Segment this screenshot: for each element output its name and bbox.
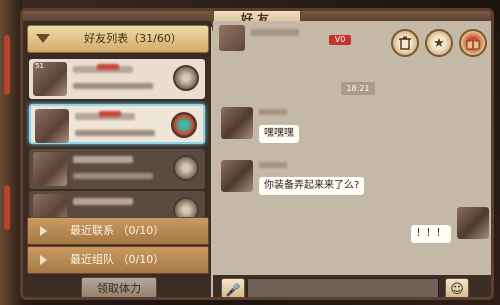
send-stamina-icon[interactable] xyxy=(173,155,199,181)
star-icon[interactable]: ★ xyxy=(425,29,453,57)
chat-panel: V0 ★ 18:21 嘿嘿嘿 你装备弄起来来了么? ！！！ 🎤 ☺ xyxy=(213,21,491,297)
avatar xyxy=(221,160,253,192)
chat-partner-avatar xyxy=(219,25,245,51)
vip-badge: V0 xyxy=(329,35,351,45)
friend-list-panel: 好友列表（31/60） 51 最近联系 （0/10） 最近组队 （0/10） 领… xyxy=(23,21,211,297)
section-recent-teams[interactable]: 最近组队 （0/10） xyxy=(27,246,209,274)
friend-list-header[interactable]: 好友列表（31/60） xyxy=(27,25,209,53)
section-label: 最近联系 （0/10） xyxy=(70,224,165,237)
claim-stamina-button[interactable]: 领取体力 xyxy=(81,277,157,297)
friends-window: 好友 好友列表（31/60） 51 最近联系 （0/10） 最近组队 （0/10… xyxy=(20,8,494,300)
avatar xyxy=(35,109,69,143)
chat-input-bar: 🎤 ☺ xyxy=(213,275,491,297)
level-label: 51 xyxy=(35,62,44,70)
chat-message: ！！！ xyxy=(411,225,451,243)
chat-partner-name xyxy=(251,29,299,36)
send-stamina-icon[interactable] xyxy=(173,197,199,217)
sender-name xyxy=(259,162,287,168)
section-label: 最近组队 （0/10） xyxy=(70,253,165,266)
friend-status xyxy=(73,173,153,179)
trash-icon[interactable] xyxy=(391,29,419,57)
friend-item-selected[interactable] xyxy=(29,104,205,144)
friend-tag xyxy=(97,64,119,70)
microphone-icon[interactable]: 🎤 xyxy=(221,278,245,297)
tassel-decoration xyxy=(4,35,10,95)
friend-list-title: 好友列表（31/60） xyxy=(84,32,182,45)
section-recent-contacts[interactable]: 最近联系 （0/10） xyxy=(27,217,209,245)
expand-arrow-icon xyxy=(40,226,47,236)
friend-item[interactable] xyxy=(29,149,205,189)
avatar xyxy=(33,194,67,217)
send-stamina-icon[interactable] xyxy=(173,65,199,91)
friend-name xyxy=(73,156,133,163)
friend-name xyxy=(73,198,133,205)
sender-name xyxy=(259,109,287,115)
expand-arrow-icon xyxy=(40,255,47,265)
chat-message: 你装备弄起来来了么? xyxy=(259,177,365,195)
avatar xyxy=(221,107,253,139)
chat-timestamp: 18:21 xyxy=(341,82,375,95)
friend-tag xyxy=(99,111,121,117)
avatar xyxy=(457,207,489,239)
friend-status xyxy=(75,130,155,136)
friend-status xyxy=(73,83,153,89)
collapse-arrow-icon xyxy=(36,34,50,43)
tassel-decoration xyxy=(4,185,10,230)
emoji-icon[interactable]: ☺ xyxy=(445,278,469,297)
friend-item[interactable] xyxy=(29,191,205,217)
chat-message: 嘿嘿嘿 xyxy=(259,125,299,143)
chat-input[interactable] xyxy=(247,278,439,297)
gift-icon[interactable] xyxy=(459,29,487,57)
friend-item[interactable]: 51 xyxy=(29,59,205,99)
send-stamina-icon[interactable] xyxy=(171,112,197,138)
avatar xyxy=(33,152,67,186)
